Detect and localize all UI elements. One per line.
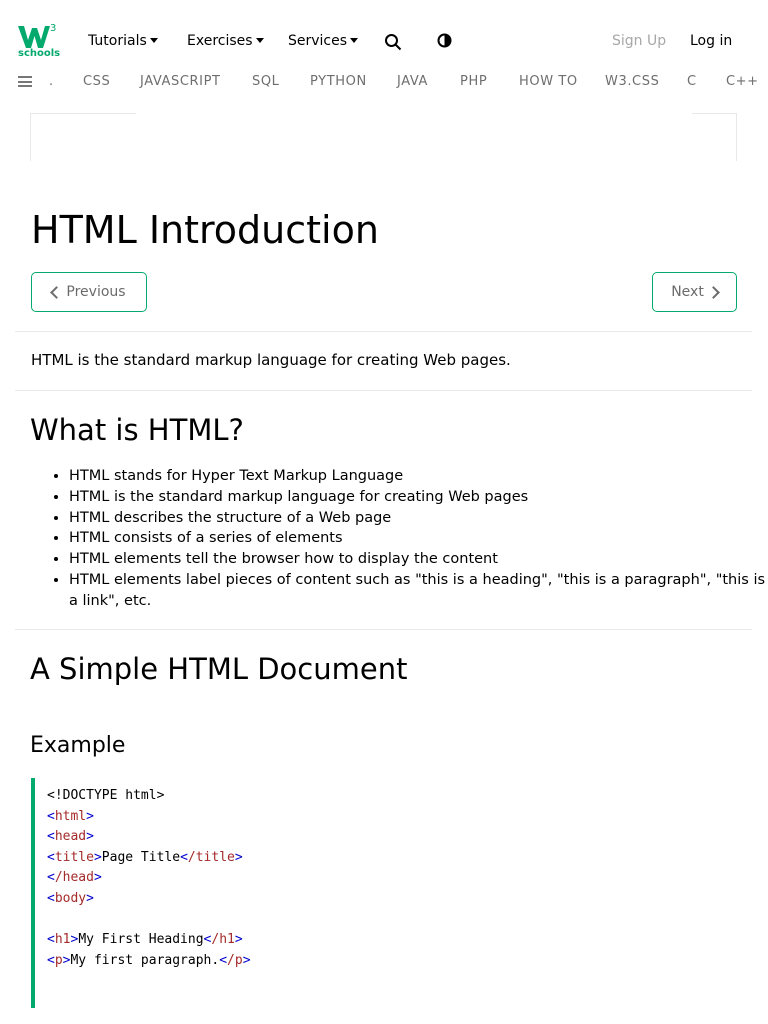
subnav-item-html[interactable]: .: [49, 74, 54, 89]
code-line: <p>My first paragraph.</p>: [47, 952, 251, 968]
top-navbar: 3 schools Tutorials Exercises Services S…: [0, 0, 768, 64]
list-item: HTML describes the structure of a Web pa…: [69, 508, 768, 529]
page-title: HTML Introduction: [31, 208, 379, 252]
example-heading: Example: [30, 733, 126, 758]
chevron-right-icon: [706, 285, 720, 299]
services-menu-label: Services: [288, 33, 348, 49]
exercises-menu[interactable]: Exercises: [187, 33, 264, 49]
exercises-menu-label: Exercises: [187, 33, 253, 49]
sign-up-link[interactable]: Sign Up: [612, 33, 666, 49]
section-heading-simple-document: A Simple HTML Document: [30, 652, 408, 686]
what-is-html-list: HTML stands for Hyper Text Markup Langua…: [31, 466, 768, 612]
code-line: </head>: [47, 870, 102, 886]
code-line: <title>Page Title</title>: [47, 849, 243, 865]
menu-icon[interactable]: [18, 76, 32, 87]
subnav-item-c[interactable]: C: [687, 74, 697, 89]
subnav-item-css[interactable]: CSS: [83, 74, 110, 89]
logo-text: schools: [18, 48, 61, 59]
subnav-item-howto[interactable]: HOW TO: [519, 74, 578, 89]
services-menu[interactable]: Services: [288, 33, 359, 49]
subnav-item-javascript[interactable]: JAVASCRIPT: [140, 74, 221, 89]
next-button[interactable]: Next: [652, 272, 737, 312]
log-in-link[interactable]: Log in: [690, 33, 732, 49]
list-item: HTML elements tell the browser how to di…: [69, 549, 768, 570]
previous-button[interactable]: Previous: [31, 272, 147, 312]
divider: [15, 331, 752, 332]
caret-down-icon: [149, 38, 158, 43]
chevron-left-icon: [50, 285, 64, 299]
previous-button-label: Previous: [66, 284, 126, 300]
code-example: <!DOCTYPE html> <html> <head> <title>Page T…: [31, 778, 741, 1008]
list-item: HTML is the standard markup language for…: [69, 487, 768, 508]
code-line: <body>: [47, 891, 94, 906]
tutorials-menu[interactable]: Tutorials: [88, 33, 158, 49]
search-icon[interactable]: [384, 33, 402, 55]
code-line: <h1>My First Heading</h1>: [47, 932, 243, 948]
intro-text: HTML is the standard markup language for…: [31, 351, 511, 369]
code-line: <head>: [47, 829, 94, 845]
subnav-item-w3css[interactable]: W3.CSS: [605, 74, 659, 89]
next-button-label: Next: [671, 284, 704, 300]
subnav-item-php[interactable]: PHP: [460, 74, 487, 89]
caret-down-icon: [255, 38, 264, 43]
contrast-icon[interactable]: [437, 33, 452, 52]
divider: [15, 390, 752, 391]
section-heading-what-is-html: What is HTML?: [30, 413, 244, 447]
tutorials-menu-label: Tutorials: [88, 33, 147, 49]
code-line: <html>: [47, 808, 94, 824]
subnav-item-sql[interactable]: SQL: [252, 74, 280, 89]
ad-placeholder: [30, 113, 737, 161]
subnav-item-cpp[interactable]: C++: [726, 74, 759, 89]
subnav-item-python[interactable]: PYTHON: [310, 74, 367, 89]
topic-subnav: . CSS JAVASCRIPT SQL PYTHON JAVA PHP HOW…: [0, 66, 768, 98]
code-line: <!DOCTYPE html>: [47, 788, 165, 803]
divider: [15, 629, 752, 630]
list-item: HTML stands for Hyper Text Markup Langua…: [69, 466, 768, 487]
caret-down-icon: [350, 38, 359, 43]
logo-sup: 3: [50, 23, 56, 34]
list-item: HTML consists of a series of elements: [69, 528, 768, 549]
list-item: HTML elements label pieces of content su…: [69, 570, 768, 612]
subnav-item-java[interactable]: JAVA: [397, 74, 428, 89]
